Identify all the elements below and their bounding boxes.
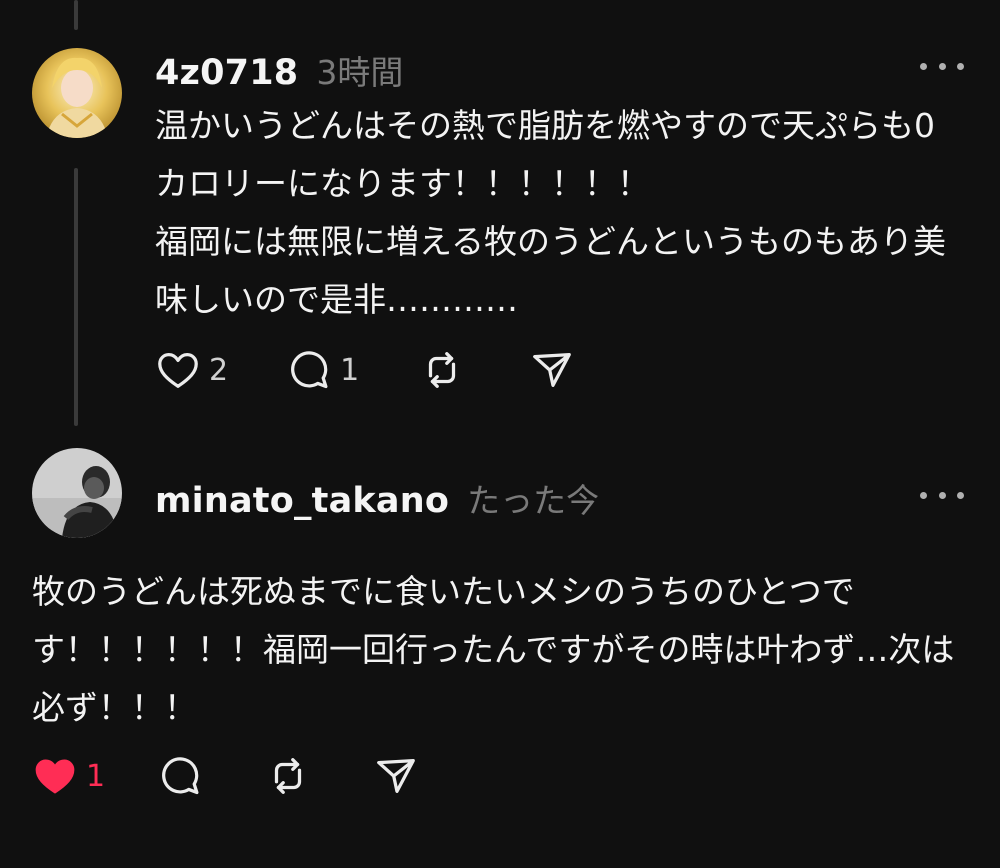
like-button[interactable]: 1 — [32, 753, 105, 799]
avatar[interactable] — [32, 48, 122, 138]
username[interactable]: 4z0718 — [155, 53, 298, 93]
more-dot — [957, 491, 964, 499]
post-actions: 1 — [32, 753, 419, 799]
send-icon — [529, 347, 575, 393]
comment-bubble-icon — [286, 347, 332, 393]
repost-button[interactable] — [419, 347, 465, 393]
reply-count: 1 — [340, 352, 360, 388]
post-header: minato_takano たった今 — [155, 474, 599, 522]
reply-button[interactable]: 1 — [286, 347, 359, 393]
avatar[interactable] — [32, 448, 122, 538]
repost-button[interactable] — [265, 753, 311, 799]
share-button[interactable] — [529, 347, 575, 393]
heart-icon — [155, 347, 201, 393]
share-button[interactable] — [373, 753, 419, 799]
more-dot — [938, 62, 946, 70]
more-dots-icon — [920, 62, 927, 70]
like-button[interactable]: 2 — [155, 347, 228, 393]
avatar-image — [32, 448, 122, 538]
post-body: 温かいうどんはその熱で脂肪を燃やすので天ぷらも0カロリーになります！！！！！！ … — [155, 97, 955, 329]
more-options-button[interactable] — [920, 56, 964, 76]
more-dot — [957, 62, 964, 70]
post-body: 牧のうどんは死ぬまでに食いたいメシのうちのひとつです！！！！！！福岡一回行ったん… — [32, 563, 972, 737]
send-icon — [373, 753, 419, 799]
like-count: 1 — [86, 758, 106, 794]
more-dot — [938, 491, 946, 499]
more-dots-icon — [920, 491, 927, 499]
thread-line-top — [74, 0, 78, 30]
post-header: 4z0718 3時間 — [155, 46, 403, 94]
post-text-paragraph: 温かいうどんはその熱で脂肪を燃やすので天ぷらも0カロリーになります！！！！！！ — [155, 106, 935, 203]
post-text-paragraph: 福岡には無限に増える牧のうどんというものもあり美味しいので是非………… — [155, 222, 947, 319]
more-options-button[interactable] — [920, 485, 964, 505]
avatar-image — [32, 48, 122, 138]
post-text-paragraph: 牧のうどんは死ぬまでに食いたいメシのうちのひとつです！！！！！！福岡一回行ったん… — [32, 572, 955, 727]
timestamp: 3時間 — [316, 53, 404, 92]
thread-line — [74, 168, 78, 426]
comment-bubble-icon — [157, 753, 203, 799]
heart-filled-icon — [32, 753, 78, 799]
post-actions: 2 1 — [155, 347, 575, 393]
reply-button[interactable] — [157, 753, 203, 799]
username[interactable]: minato_takano — [155, 481, 449, 521]
timestamp: たった今 — [467, 481, 600, 520]
like-count: 2 — [209, 352, 229, 388]
repost-icon — [265, 753, 311, 799]
repost-icon — [419, 347, 465, 393]
